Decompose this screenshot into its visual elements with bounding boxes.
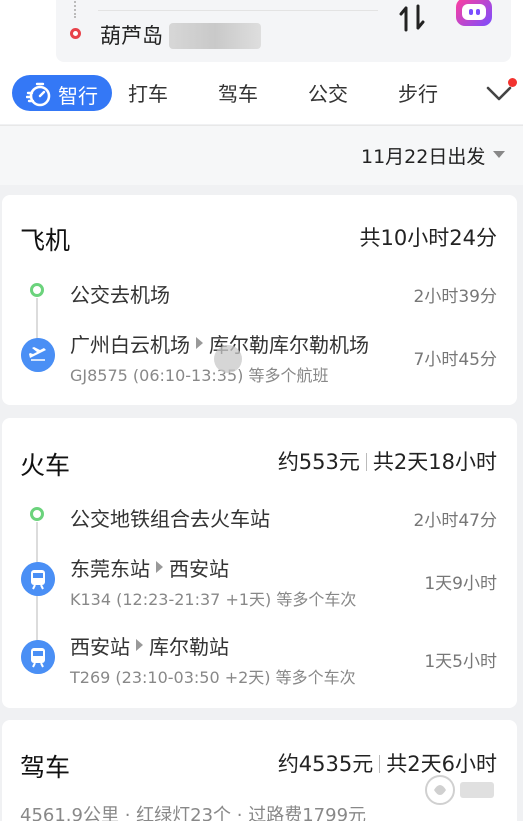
touch-indicator — [214, 345, 242, 373]
flight-seg1-duration: 2小时39分 — [413, 287, 497, 307]
drive-price: 约4535元 — [277, 752, 374, 776]
swap-icon[interactable] — [397, 2, 427, 34]
flight-title: 飞机 — [20, 226, 71, 255]
destination-marker-icon — [70, 28, 81, 39]
voice-assistant-icon[interactable] — [456, 0, 492, 26]
train-seg3-duration: 1天5小时 — [424, 652, 497, 672]
drive-details: 4561.9公里 · 红绿灯23个 · 过路费1799元 — [20, 801, 366, 821]
flight-option-card[interactable]: 飞机 共10小时24分 公交去机场 2小时39分 广州白云机场 库尔勒库尔勒机场 … — [2, 195, 517, 405]
route-divider — [98, 10, 378, 11]
header-area: 葫芦岛 智行 打车 驾车 公交 步行 — [0, 0, 523, 124]
tab-taxi[interactable]: 打车 — [128, 78, 168, 107]
train-seg1-title: 公交地铁组合去火车站 — [70, 507, 270, 531]
segment-connector — [36, 298, 38, 343]
train-icon — [21, 562, 55, 596]
train-option-card[interactable]: 火车 约553元 共2天18小时 公交地铁组合去火车站 2小时47分 东莞东站 西安… — [2, 418, 517, 708]
arrow-right-icon — [136, 639, 143, 651]
watermark-logo-icon — [425, 775, 494, 805]
route-connector — [74, 0, 76, 18]
train-seg1-duration: 2小时47分 — [413, 511, 497, 531]
drive-title: 驾车 — [20, 753, 71, 782]
train-icon — [21, 640, 55, 674]
arrow-right-icon — [156, 561, 163, 573]
flight-seg1-title: 公交去机场 — [70, 283, 170, 307]
train-seg3-to: 库尔勒站 — [149, 635, 229, 659]
flight-seg2-detail: GJ8575 (06:10-13:35) 等多个航班 — [70, 366, 329, 385]
train-seg2-detail: K134 (12:23-21:37 +1天) 等多个车次 — [70, 590, 357, 609]
train-seg2-duration: 1天9小时 — [424, 574, 497, 594]
train-total: 共2天18小时 — [372, 450, 497, 474]
destination-field[interactable]: 葫芦岛 — [100, 20, 163, 50]
drive-toll: 过路费1799元 — [248, 805, 367, 821]
train-seg3-detail: T269 (23:10-03:50 +2天) 等多个车次 — [70, 668, 356, 687]
tab-walk[interactable]: 步行 — [398, 78, 438, 107]
route-input-card[interactable]: 葫芦岛 — [56, 0, 511, 62]
tab-smart-travel-label: 智行 — [58, 84, 98, 108]
train-seg3-from: 西安站 — [70, 635, 130, 659]
drive-distance: 4561.9公里 — [20, 805, 119, 821]
drive-lights: 红绿灯23个 — [136, 805, 232, 821]
caret-down-icon — [493, 151, 505, 158]
destination-blurred-text — [169, 23, 261, 49]
transport-mode-tabs: 智行 打车 驾车 公交 步行 — [0, 72, 523, 116]
stopwatch-icon — [26, 82, 51, 107]
departure-date: 11月22日出发 — [361, 146, 486, 168]
tab-drive[interactable]: 驾车 — [218, 78, 258, 107]
train-seg2-to: 西安站 — [169, 557, 229, 581]
train-summary: 约553元 共2天18小时 — [278, 446, 497, 476]
tab-smart-travel[interactable]: 智行 — [12, 75, 112, 111]
walk-segment-marker-icon — [30, 507, 44, 521]
flight-summary: 共10小时24分 — [359, 226, 497, 250]
flight-seg2-duration: 7小时45分 — [413, 350, 497, 370]
arrow-right-icon — [196, 337, 203, 349]
tab-bus[interactable]: 公交 — [308, 78, 348, 107]
train-price: 约553元 — [277, 450, 360, 474]
train-seg2-from: 东莞东站 — [70, 557, 150, 581]
train-seg3-route: 西安站 库尔勒站 — [70, 631, 229, 660]
flight-from: 广州白云机场 — [70, 333, 190, 357]
train-seg2-route: 东莞东站 西安站 — [70, 553, 229, 582]
walk-segment-marker-icon — [30, 283, 44, 297]
notification-dot — [508, 78, 517, 87]
train-title: 火车 — [20, 451, 71, 480]
departure-date-bar[interactable]: 11月22日出发 — [0, 125, 523, 185]
airplane-icon — [21, 338, 55, 372]
